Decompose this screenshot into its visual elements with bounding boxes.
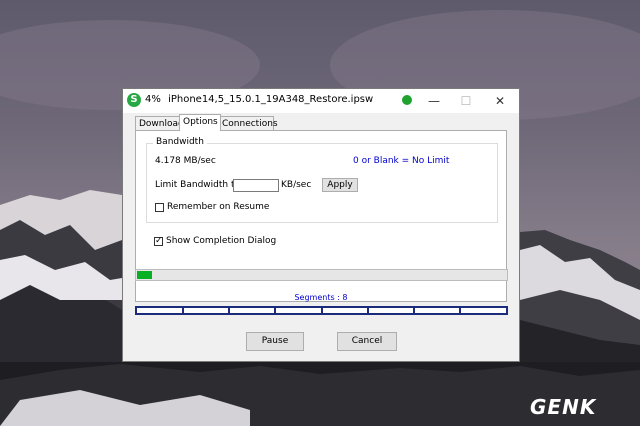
tab-connections[interactable]: Connections xyxy=(218,116,278,131)
segments-bar xyxy=(135,306,508,315)
apply-button[interactable]: Apply xyxy=(322,178,358,192)
genk-watermark-logo: GENK xyxy=(530,395,597,419)
cancel-button[interactable]: Cancel xyxy=(337,332,397,351)
unit-label: KB/sec xyxy=(281,180,312,190)
remember-checkbox[interactable] xyxy=(155,203,164,212)
pause-button[interactable]: Pause xyxy=(246,332,304,351)
download-status-icon[interactable] xyxy=(402,95,412,105)
limit-bandwidth-label: Limit Bandwidth to xyxy=(155,180,240,190)
segment-divider xyxy=(413,308,415,313)
completion-checkbox[interactable]: ✓ xyxy=(154,237,163,246)
tab-download[interactable]: Download xyxy=(135,116,184,131)
download-dialog-window: S 4% iPhone14,5_15.0.1_19A348_Restore.ip… xyxy=(122,88,520,362)
segment-divider xyxy=(274,308,276,313)
download-progress-bar xyxy=(135,269,508,281)
bandwidth-group-label: Bandwidth xyxy=(153,137,207,147)
file-name: iPhone14,5_15.0.1_19A348_Restore.ipsw xyxy=(168,94,374,105)
window-title: 4% iPhone14,5_15.0.1_19A348_Restore.ipsw xyxy=(145,94,373,105)
completion-label: Show Completion Dialog xyxy=(166,236,277,246)
limit-hint: 0 or Blank = No Limit xyxy=(353,156,450,166)
current-speed: 4.178 MB/sec xyxy=(155,156,216,166)
progress-fill xyxy=(137,271,152,279)
progress-percent: 4% xyxy=(145,94,161,105)
bandwidth-limit-input[interactable] xyxy=(233,179,279,192)
segment-divider xyxy=(182,308,184,313)
app-logo-icon: S xyxy=(127,93,141,107)
bandwidth-group: Bandwidth 4.178 MB/sec 0 or Blank = No L… xyxy=(146,137,498,223)
segment-divider xyxy=(321,308,323,313)
minimize-button[interactable]: — xyxy=(417,89,451,113)
tab-options[interactable]: Options xyxy=(179,114,221,131)
segment-divider xyxy=(459,308,461,313)
close-button[interactable]: ✕ xyxy=(483,89,517,113)
maximize-button[interactable]: ☐ xyxy=(449,89,483,113)
remember-label: Remember on Resume xyxy=(167,202,270,212)
title-bar[interactable]: S 4% iPhone14,5_15.0.1_19A348_Restore.ip… xyxy=(123,89,519,113)
segments-label: Segments : 8 xyxy=(294,293,348,302)
segment-divider xyxy=(228,308,230,313)
segment-divider xyxy=(367,308,369,313)
